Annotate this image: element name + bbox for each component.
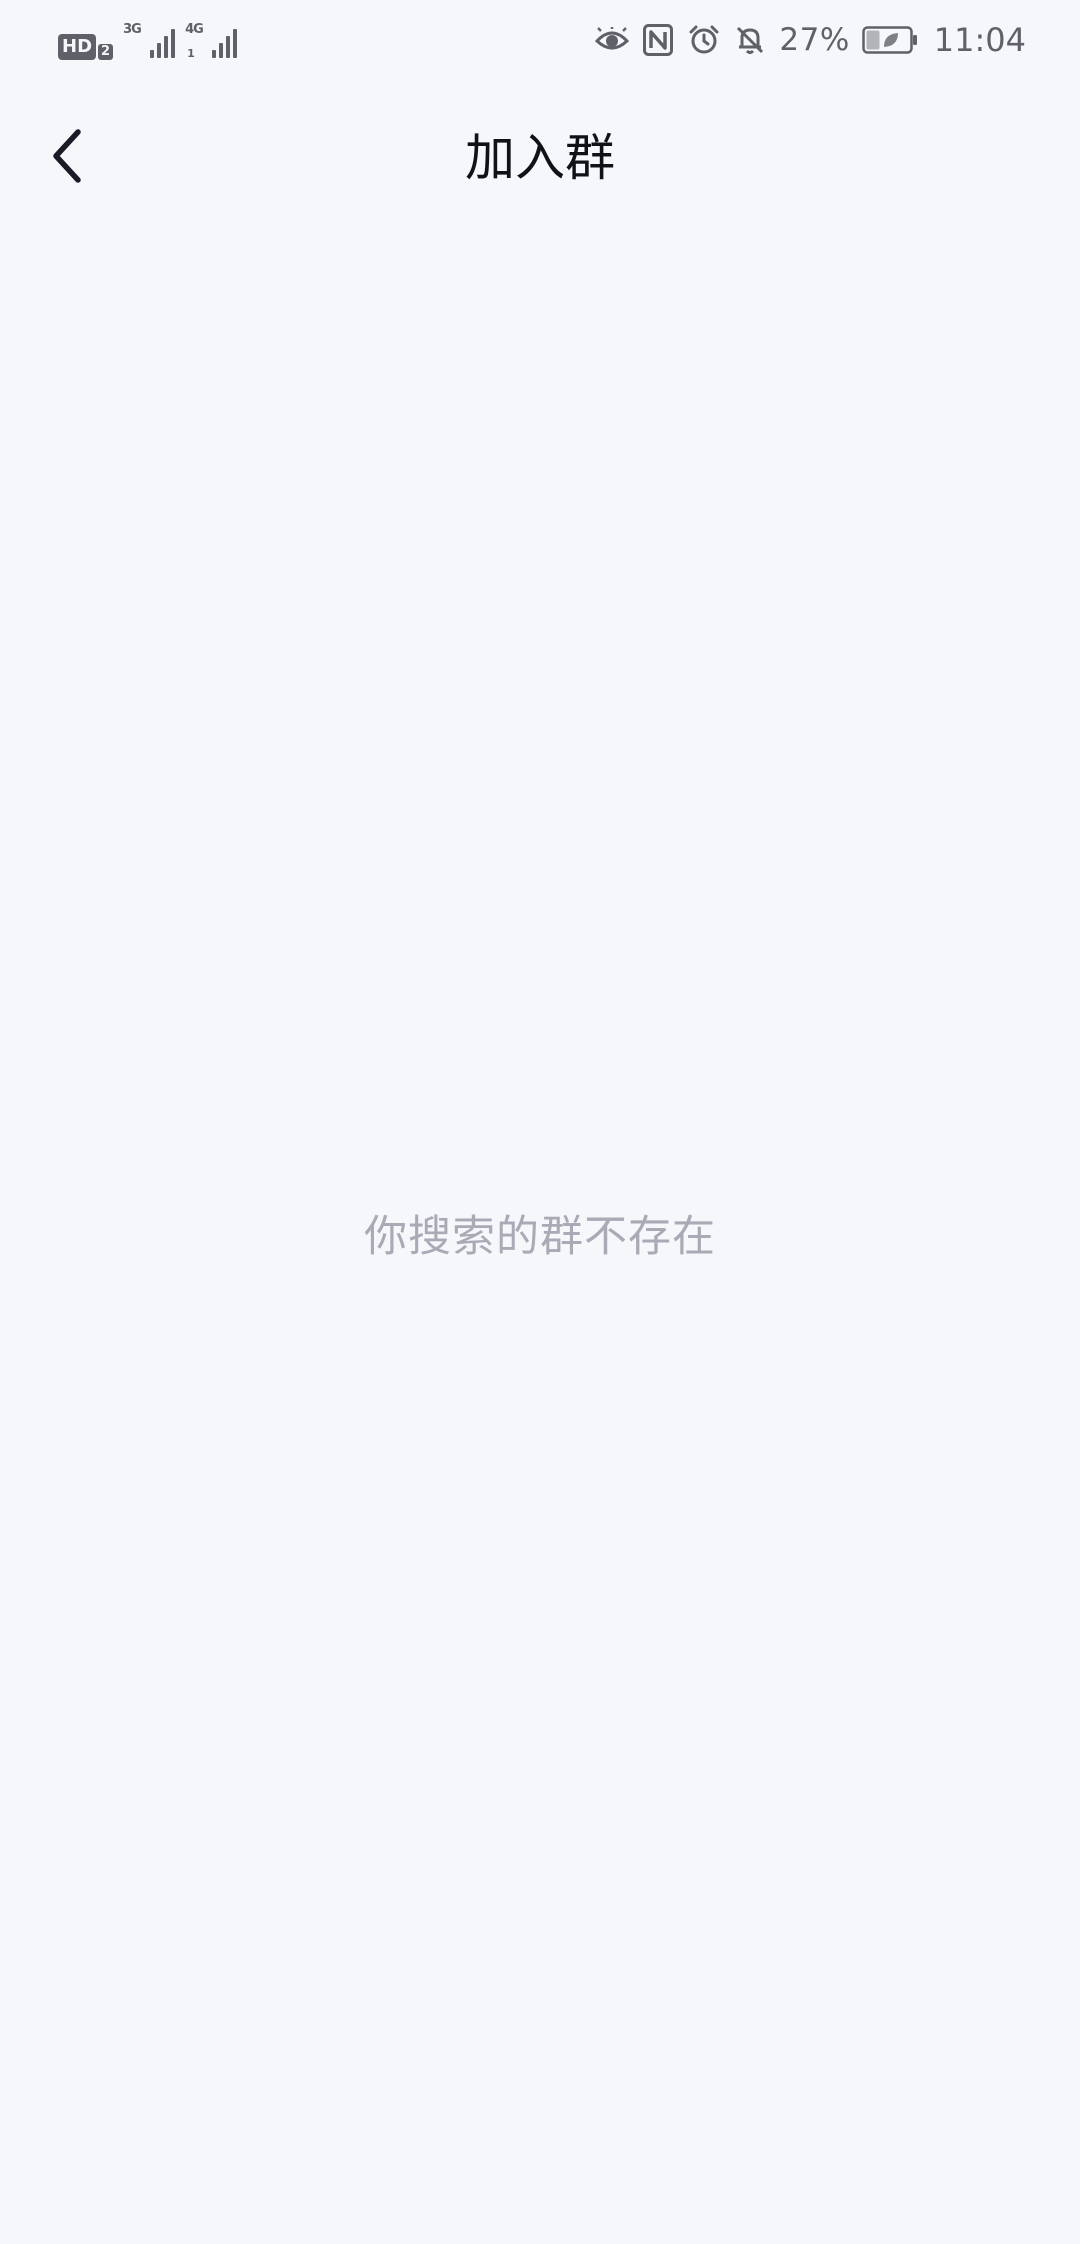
hd-label: HD xyxy=(58,34,97,60)
hd-sub-label: 2 xyxy=(98,44,114,60)
nfc-icon xyxy=(641,23,675,57)
nav-header: 加入群 xyxy=(0,80,1080,236)
sim2-network-label: 4G xyxy=(185,22,204,37)
battery-saver-icon xyxy=(862,23,918,57)
alarm-icon xyxy=(687,23,721,57)
sim1-network-label: 3G xyxy=(123,22,142,37)
sim1-signal-icon: 3G xyxy=(123,22,176,60)
status-bar-left: HD 2 3G 4G 1 xyxy=(58,22,238,60)
status-bar: HD 2 3G 4G 1 27% 11:04 xyxy=(0,0,1080,80)
battery-percent: 27% xyxy=(779,22,850,58)
status-bar-right: 27% 11:04 xyxy=(595,20,1026,60)
empty-state-message: 你搜索的群不存在 xyxy=(364,1212,716,1262)
page-title: 加入群 xyxy=(465,129,615,187)
sim2-signal-bars xyxy=(212,29,238,58)
sim1-signal-bars xyxy=(150,29,176,58)
sim2-signal-icon: 4G 1 xyxy=(185,22,238,60)
sim2-sub-label: 1 xyxy=(187,47,195,60)
hd-voice-icon: HD 2 xyxy=(58,34,114,60)
eye-comfort-icon xyxy=(595,23,630,57)
bell-off-icon xyxy=(733,23,767,57)
status-time: 11:04 xyxy=(933,21,1026,59)
